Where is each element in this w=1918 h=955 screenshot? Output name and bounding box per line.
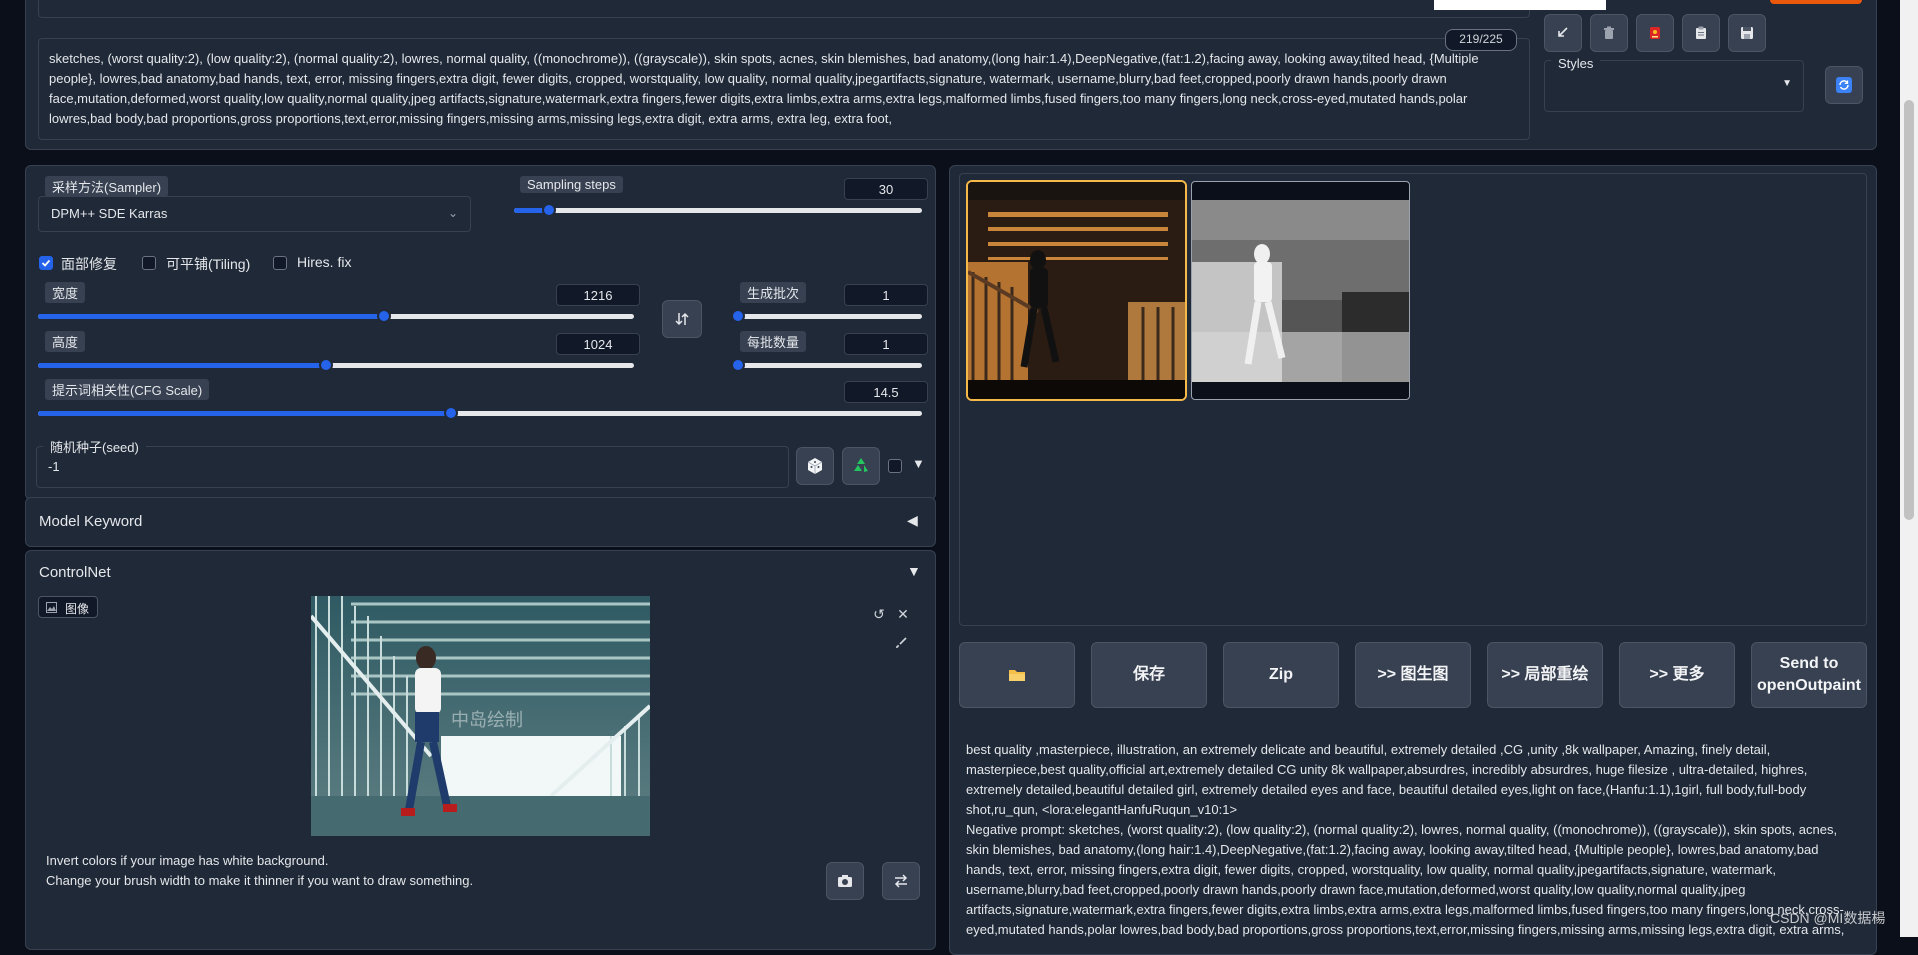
zip-button[interactable]: Zip xyxy=(1223,642,1339,708)
clipboard-icon[interactable] xyxy=(1682,14,1720,52)
seed-box xyxy=(36,446,789,488)
top-white-popup xyxy=(1434,0,1606,10)
image-tab-label: 图像 xyxy=(65,602,90,616)
batch-count-slider[interactable] xyxy=(731,309,922,323)
image-icon xyxy=(46,602,57,613)
csdn-watermark: CSDN @MI数据楊 xyxy=(1770,910,1886,926)
close-icon[interactable]: ✕ xyxy=(894,605,912,623)
cfg-input[interactable]: 14.5 xyxy=(844,381,928,403)
batch-size-label: 每批数量 xyxy=(740,331,807,352)
generate-button[interactable] xyxy=(1770,0,1862,4)
steps-label: Sampling steps xyxy=(520,176,623,193)
generation-info-positive: best quality ,masterpiece, illustration,… xyxy=(966,742,1808,817)
batch-count-label: 生成批次 xyxy=(740,282,807,303)
batch-size-slider[interactable] xyxy=(731,358,922,372)
tiling-label: 可平铺(Tiling) xyxy=(166,256,251,272)
chevron-down-icon: ▼ xyxy=(1782,78,1792,89)
face-restore-checkbox[interactable] xyxy=(39,256,53,270)
dice-icon[interactable] xyxy=(796,447,834,485)
height-label: 高度 xyxy=(45,331,86,352)
gallery-thumb-1[interactable] xyxy=(966,180,1187,401)
extra-seed-toggle-icon[interactable]: ▼ xyxy=(912,456,925,471)
width-slider[interactable] xyxy=(38,309,634,323)
width-input[interactable]: 1216 xyxy=(556,284,640,306)
hires-fix-label: Hires. fix xyxy=(297,254,352,270)
generation-info-negative: Negative prompt: sketches, (worst qualit… xyxy=(966,822,1845,937)
swap-arrows-icon[interactable] xyxy=(882,862,920,900)
recycle-icon[interactable] xyxy=(842,447,880,485)
camera-icon[interactable] xyxy=(826,862,864,900)
cfg-slider[interactable] xyxy=(38,406,922,420)
send-to-extras-button[interactable]: >> 更多 xyxy=(1619,642,1735,708)
sampler-label: 采样方法(Sampler) xyxy=(45,176,169,197)
folder-icon xyxy=(1009,670,1025,681)
controlnet-hint-1: Invert colors if your image has white ba… xyxy=(46,853,329,868)
refresh-styles-icon[interactable] xyxy=(1825,66,1863,104)
send-to-img2img-button[interactable]: >> 图生图 xyxy=(1355,642,1471,708)
positive-prompt-box[interactable] xyxy=(38,0,1530,18)
sampler-select[interactable]: DPM++ SDE Karras ⌄ xyxy=(38,196,471,232)
model-keyword-label: Model Keyword xyxy=(39,513,143,530)
batch-count-input[interactable]: 1 xyxy=(844,284,928,306)
arrow-icon[interactable] xyxy=(1544,14,1582,52)
collapse-arrow-icon[interactable]: ◀ xyxy=(907,512,918,529)
negative-prompt-textarea[interactable]: sketches, (worst quality:2), (low qualit… xyxy=(38,38,1530,140)
swap-dimensions-icon[interactable] xyxy=(662,300,702,338)
generation-info: best quality ,masterpiece, illustration,… xyxy=(966,740,1858,937)
controlnet-input-image[interactable]: 中岛绘制 xyxy=(311,596,650,836)
image-tab[interactable]: 图像 xyxy=(38,596,98,618)
chevron-down-icon: ⌄ xyxy=(447,206,458,220)
save-image-button[interactable]: 保存 xyxy=(1091,642,1207,708)
steps-slider[interactable] xyxy=(514,203,922,217)
steps-input[interactable]: 30 xyxy=(844,178,928,200)
height-input[interactable]: 1024 xyxy=(556,333,640,355)
width-label: 宽度 xyxy=(45,282,86,303)
token-counter: 219/225 xyxy=(1445,29,1517,51)
trash-icon[interactable] xyxy=(1590,14,1628,52)
gallery-thumb-2[interactable] xyxy=(1191,181,1410,400)
page-scrollbar-thumb[interactable] xyxy=(1904,100,1914,520)
brush-icon[interactable] xyxy=(894,636,912,654)
controlnet-hint-2: Change your brush width to make it thinn… xyxy=(46,873,474,888)
seed-input[interactable]: -1 xyxy=(48,459,60,474)
model-keyword-panel[interactable] xyxy=(25,497,936,547)
batch-size-input[interactable]: 1 xyxy=(844,333,928,355)
send-to-openoutpaint-button[interactable]: Send to openOutpaint xyxy=(1751,642,1867,708)
extra-seed-checkbox[interactable] xyxy=(888,459,902,473)
seed-label: 随机种子(seed) xyxy=(43,436,146,457)
controlnet-label: ControlNet xyxy=(39,564,111,581)
tiling-checkbox[interactable] xyxy=(142,256,156,270)
save-icon[interactable] xyxy=(1728,14,1766,52)
styles-dropdown[interactable]: ▼ xyxy=(1546,72,1802,108)
cfg-label: 提示词相关性(CFG Scale) xyxy=(45,379,210,400)
controlnet-image-watermark: 中岛绘制 xyxy=(451,710,523,731)
styles-label: Styles xyxy=(1551,55,1601,72)
open-folder-button[interactable] xyxy=(959,642,1075,708)
negative-prompt-text: sketches, (worst quality:2), (low qualit… xyxy=(49,51,1479,126)
face-restore-label: 面部修复 xyxy=(61,256,117,272)
height-slider[interactable] xyxy=(38,358,634,372)
red-card-icon[interactable] xyxy=(1636,14,1674,52)
send-to-inpaint-button[interactable]: >> 局部重绘 xyxy=(1487,642,1603,708)
sampler-value: DPM++ SDE Karras xyxy=(51,206,168,221)
hires-fix-checkbox[interactable] xyxy=(273,256,287,270)
undo-icon[interactable]: ↺ xyxy=(870,605,888,623)
expand-arrow-icon[interactable]: ▼ xyxy=(907,563,921,579)
